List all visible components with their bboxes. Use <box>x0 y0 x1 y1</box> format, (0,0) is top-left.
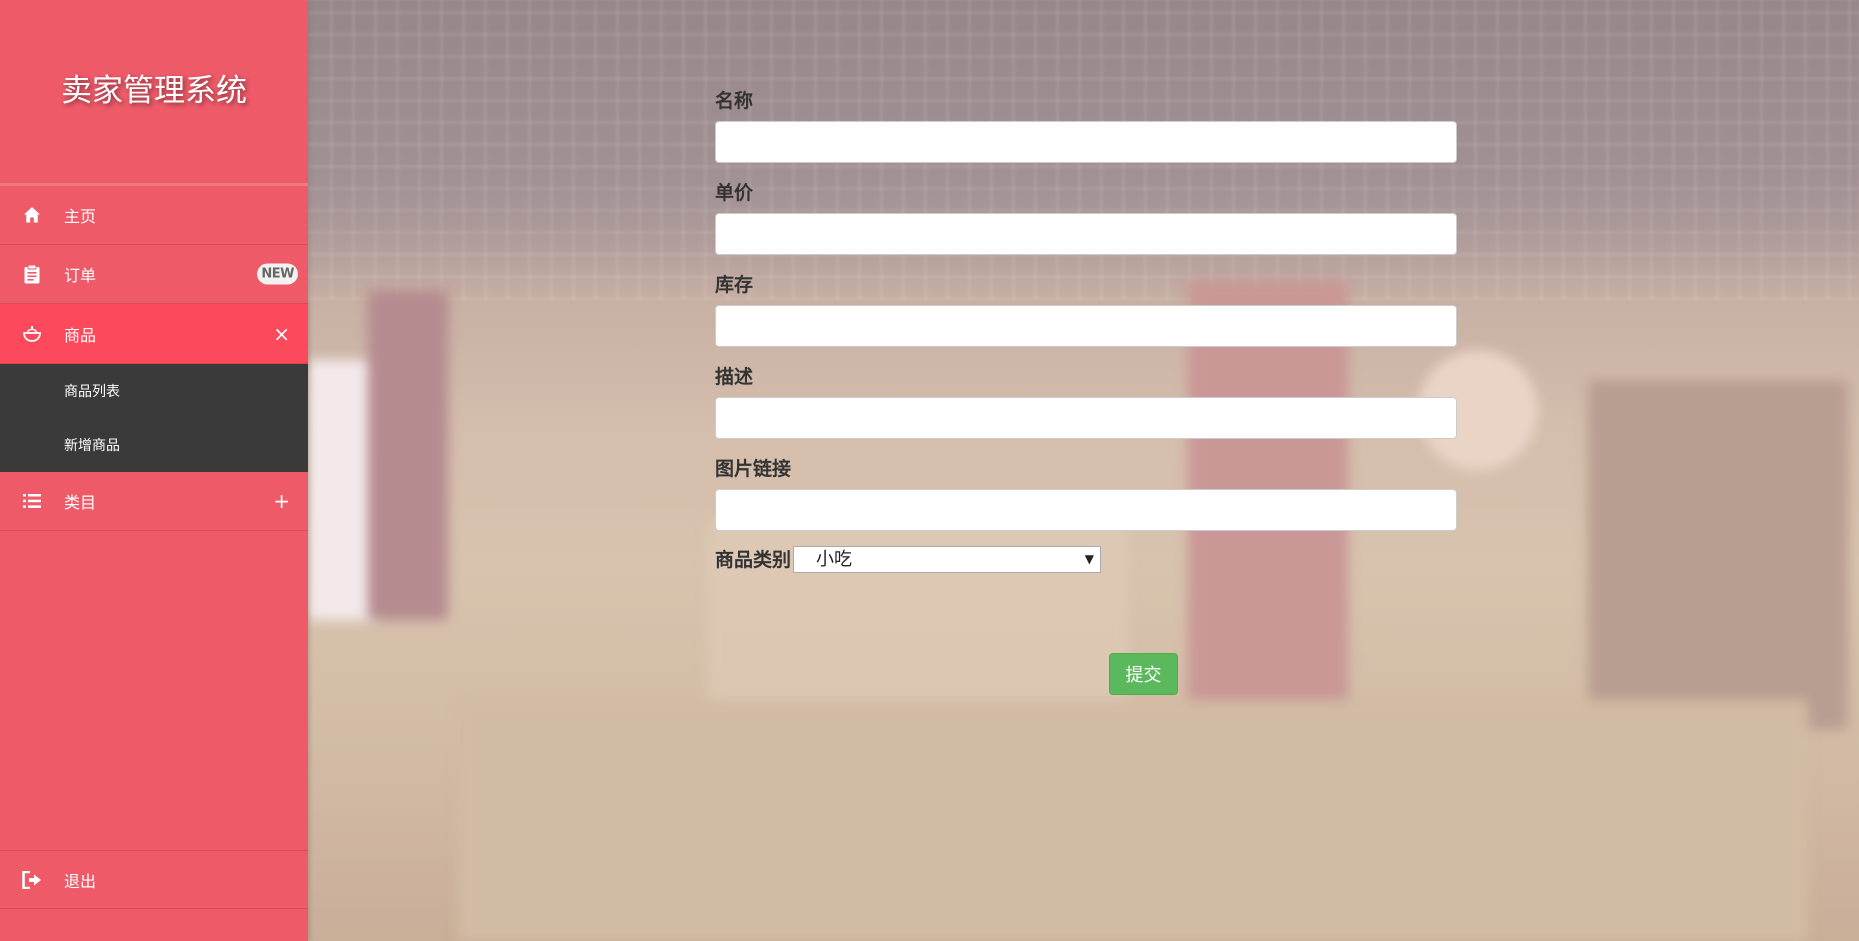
submenu-item-label: 新增商品 <box>64 438 120 454</box>
name-field-group: 名称 <box>715 88 1457 163</box>
stock-field-group: 库存 <box>715 272 1457 347</box>
add-product-form: 名称 单价 库存 描述 图片链接 商品类别 小吃 ▼ <box>715 88 1457 573</box>
logout-button[interactable]: 退出 <box>0 850 308 909</box>
sidebar-item-label: 主页 <box>64 207 97 226</box>
price-input[interactable] <box>715 213 1457 255</box>
description-label: 描述 <box>715 366 754 388</box>
sidebar-item-home[interactable]: 主页 <box>0 186 308 245</box>
category-select[interactable]: 小吃 ▼ <box>793 546 1102 573</box>
sidebar-item-label: 类目 <box>64 493 97 512</box>
price-label: 单价 <box>715 182 754 204</box>
submenu-item-product-list[interactable]: 商品列表 <box>0 364 308 418</box>
description-input[interactable] <box>715 397 1457 439</box>
bowl-icon <box>21 324 43 344</box>
category-selected-value: 小吃 <box>816 549 853 570</box>
submenu-item-label: 商品列表 <box>64 384 120 400</box>
image-url-input[interactable] <box>715 489 1457 531</box>
name-input[interactable] <box>715 121 1457 163</box>
plus-icon[interactable]: + <box>273 491 290 511</box>
app-title-text: 卖家管理系统 <box>61 73 247 109</box>
app-root: 卖家管理系统 主页 订单 NEW 商品 × 商品列表 新增商品 类目 + 退出 … <box>0 0 1859 941</box>
name-label: 名称 <box>715 90 754 112</box>
category-label: 商品类别 <box>715 548 792 571</box>
price-field-group: 单价 <box>715 180 1457 255</box>
app-title: 卖家管理系统 <box>0 0 308 186</box>
dropdown-arrow-icon: ▼ <box>1084 552 1095 566</box>
products-submenu: 商品列表 新增商品 <box>0 364 308 472</box>
image-url-field-group: 图片链接 <box>715 456 1457 531</box>
background-image <box>1588 380 1848 730</box>
sidebar-item-categories[interactable]: 类目 + <box>0 472 308 531</box>
close-icon[interactable]: × <box>273 324 290 344</box>
background-image <box>458 700 1808 941</box>
submit-button[interactable]: 提交 <box>1109 653 1178 695</box>
sidebar: 卖家管理系统 主页 订单 NEW 商品 × 商品列表 新增商品 类目 + 退出 <box>0 0 308 941</box>
stock-label: 库存 <box>715 274 754 296</box>
category-field-group: 商品类别 小吃 ▼ <box>715 546 1457 573</box>
sidebar-item-orders[interactable]: 订单 NEW <box>0 245 308 304</box>
list-icon <box>21 491 43 511</box>
background-image <box>368 290 448 620</box>
new-badge: NEW <box>257 263 298 285</box>
sidebar-item-label: 商品 <box>64 325 97 345</box>
logout-label: 退出 <box>64 871 97 891</box>
image-url-label: 图片链接 <box>715 458 792 480</box>
clipboard-icon <box>21 264 43 284</box>
submenu-item-add-product[interactable]: 新增商品 <box>0 418 308 472</box>
stock-input[interactable] <box>715 305 1457 347</box>
logout-icon <box>21 870 43 890</box>
home-icon <box>21 205 43 225</box>
sidebar-item-label: 订单 <box>64 266 97 285</box>
sidebar-item-products[interactable]: 商品 × <box>0 304 308 364</box>
description-field-group: 描述 <box>715 364 1457 439</box>
